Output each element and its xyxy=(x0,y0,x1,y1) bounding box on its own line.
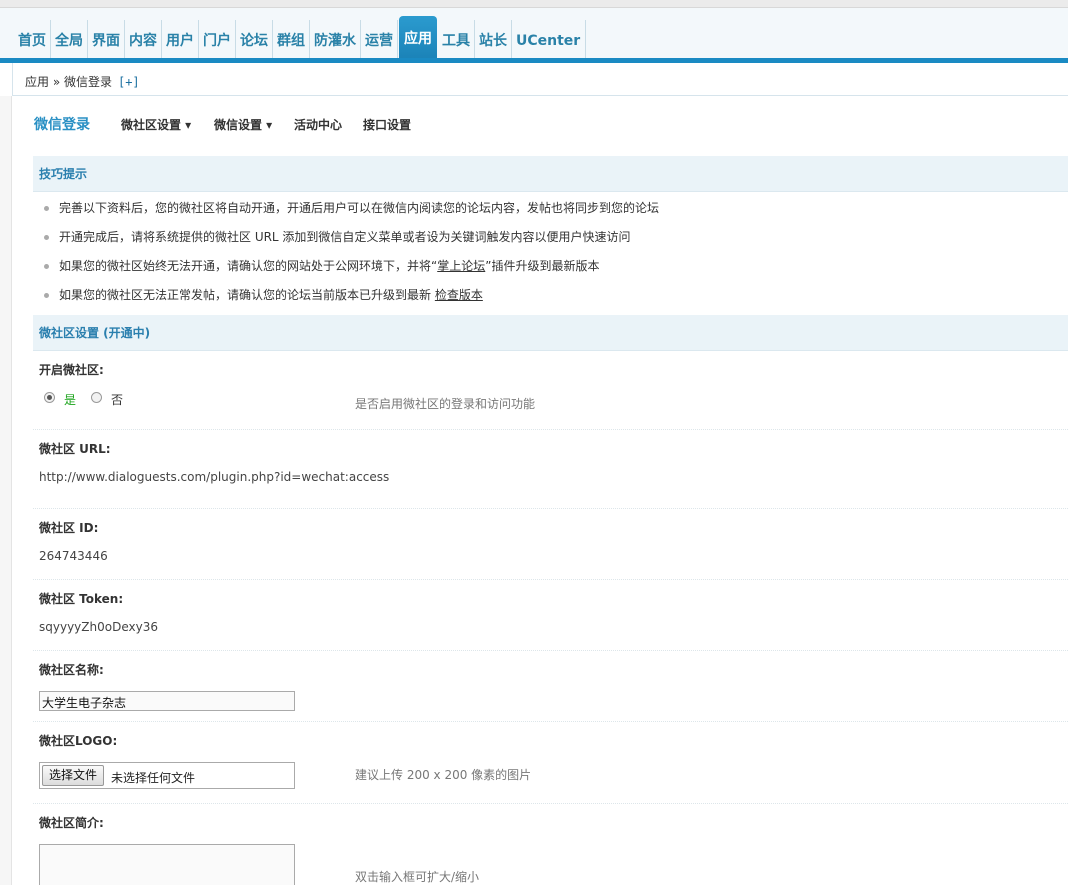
id-label: 微社区 ID: xyxy=(39,521,99,535)
main-content: 技巧提示 完善以下资料后，您的微社区将自动开通，开通后用户可以在微信内阅读您的论… xyxy=(33,156,1068,885)
breadcrumb-path: 应用 » 微信登录 xyxy=(25,75,112,89)
tab-api-settings[interactable]: 接口设置 xyxy=(363,116,411,133)
id-value: 264743446 xyxy=(39,549,108,563)
token-label: 微社区 Token: xyxy=(39,592,124,606)
radio-yes[interactable] xyxy=(44,392,55,403)
intro-hint: 双击输入框可扩大/缩小 xyxy=(355,870,480,884)
logo-label: 微社区LOGO: xyxy=(39,734,118,748)
tip-item: 如果您的微社区始终无法开通，请确认您的网站处于公网环境下，并将“掌上论坛”插件升… xyxy=(43,252,1068,281)
nav-item[interactable]: 用户 xyxy=(162,20,199,62)
intro-row: 微社区简介: 双击输入框可扩大/缩小 xyxy=(33,804,1068,885)
file-status: 未选择任何文件 xyxy=(111,771,196,785)
community-intro-textarea[interactable] xyxy=(39,844,295,885)
nav-item[interactable]: 防灌水 xyxy=(310,20,361,62)
url-row: 微社区 URL: http://www.dialoguests.com/plug… xyxy=(33,430,1068,509)
enable-label: 开启微社区: xyxy=(39,363,104,377)
token-value: sqyyyyZh0oDexy36 xyxy=(39,620,158,634)
check-version-link[interactable]: 检查版本 xyxy=(435,288,483,302)
tab-community-settings[interactable]: 微社区设置 ▾ xyxy=(121,116,191,133)
logo-hint: 建议上传 200 x 200 像素的图片 xyxy=(355,768,532,782)
community-name-input[interactable]: 大学生电子杂志 xyxy=(39,691,295,711)
nav-item[interactable]: 首页 xyxy=(14,20,51,62)
url-label: 微社区 URL: xyxy=(39,442,111,456)
radio-no-label: 否 xyxy=(111,393,124,407)
intro-label: 微社区简介: xyxy=(39,816,104,830)
breadcrumb: 应用 » 微信登录 [+] xyxy=(25,73,140,90)
tip-item: 完善以下资料后，您的微社区将自动开通，开通后用户可以在微信内阅读您的论坛内容，发… xyxy=(43,194,1068,223)
nav-item[interactable]: 门户 xyxy=(199,20,236,62)
settings-heading: 微社区设置 (开通中) xyxy=(33,315,1068,351)
breadcrumb-bar: 应用 » 微信登录 [+] xyxy=(12,63,1068,96)
nav-item[interactable]: 运营 xyxy=(361,20,398,62)
radio-yes-label: 是 xyxy=(64,393,77,407)
left-sidebar-strip xyxy=(0,96,12,885)
tip-item: 开通完成后，请将系统提供的微社区 URL 添加到微信自定义菜单或者设为关键词触发… xyxy=(43,223,1068,252)
choose-file-button[interactable]: 选择文件 xyxy=(42,765,105,786)
id-row: 微社区 ID: 264743446 xyxy=(33,509,1068,580)
token-row: 微社区 Token: sqyyyyZh0oDexy36 xyxy=(33,580,1068,651)
tab-activity-center[interactable]: 活动中心 xyxy=(294,116,342,133)
tab-wechat-settings[interactable]: 微信设置 ▾ xyxy=(214,116,272,133)
nav-item[interactable]: 界面 xyxy=(88,20,125,62)
browser-top-strip xyxy=(0,0,1068,8)
enable-hint: 是否启用微社区的登录和访问功能 xyxy=(355,397,536,411)
nav-item[interactable]: 应用 xyxy=(399,16,437,62)
tips-list: 完善以下资料后，您的微社区将自动开通，开通后用户可以在微信内阅读您的论坛内容，发… xyxy=(33,192,1068,315)
logo-row: 微社区LOGO: 选择文件 未选择任何文件 建议上传 200 x 200 像素的… xyxy=(33,722,1068,804)
name-row: 微社区名称: 大学生电子杂志 xyxy=(33,651,1068,722)
tip-item: 如果您的微社区无法正常发帖，请确认您的论坛当前版本已升级到最新 检查版本 xyxy=(43,281,1068,310)
nav-item[interactable]: 内容 xyxy=(125,20,162,62)
add-shortcut-link[interactable]: [+] xyxy=(118,75,140,89)
nav-item[interactable]: 工具 xyxy=(438,20,475,62)
name-label: 微社区名称: xyxy=(39,663,104,677)
nav-item[interactable]: 全局 xyxy=(51,20,88,62)
nav-item[interactable]: 群组 xyxy=(273,20,310,62)
nav-item[interactable]: UCenter xyxy=(512,20,587,62)
nav-item[interactable]: 站长 xyxy=(475,20,512,62)
url-value: http://www.dialoguests.com/plugin.php?id… xyxy=(39,470,390,484)
radio-no[interactable] xyxy=(91,392,102,403)
tips-heading: 技巧提示 xyxy=(33,156,1068,192)
logo-file-input[interactable]: 选择文件 未选择任何文件 xyxy=(39,762,295,789)
top-nav: 首页 全局 界面 内容 用户 门户 论坛 群组 防灌水 运营 应用 工具 站长 UCenter xyxy=(0,8,1068,62)
enable-row: 开启微社区: 是 否 是否启用微社区的登录和访问功能 xyxy=(33,351,1068,430)
page-title: 微信登录 xyxy=(34,117,90,133)
mobile-forum-link[interactable]: 掌上论坛 xyxy=(437,259,485,273)
nav-item[interactable]: 论坛 xyxy=(236,20,273,62)
